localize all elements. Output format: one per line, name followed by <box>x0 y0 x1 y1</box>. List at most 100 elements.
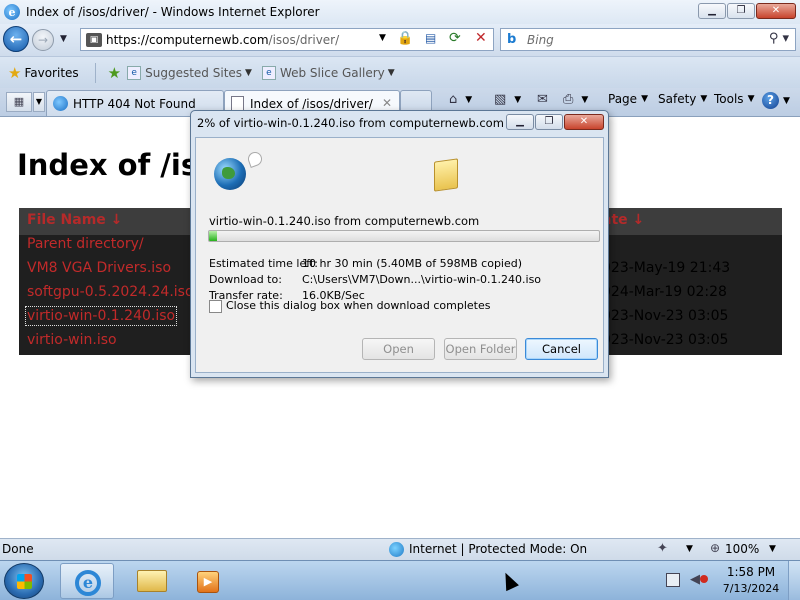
compatibility-view-icon[interactable]: ▤ <box>425 31 436 45</box>
status-bar: Done Internet | Protected Mode: On ✦ ▼ ⊕… <box>0 538 800 560</box>
suggested-sites-link[interactable]: Suggested Sites <box>145 66 242 80</box>
security-zone-text[interactable]: Internet | Protected Mode: On <box>409 542 587 556</box>
download-progress-bar <box>208 230 600 242</box>
open-button[interactable]: Open <box>362 338 435 360</box>
close-when-complete-label[interactable]: Close this dialog box when download comp… <box>226 299 490 312</box>
download-progress-dialog: 2% of virtio-win-0.1.240.iso from comput… <box>190 110 609 378</box>
help-icon: ? <box>762 92 779 109</box>
chevron-down-icon[interactable]: ▼ <box>245 68 252 78</box>
file-link[interactable]: Parent directory/ <box>27 236 144 252</box>
media-player-icon: ▶ <box>197 571 219 593</box>
address-url[interactable]: https://computernewb.com/isos/driver/ <box>106 33 339 47</box>
clock-date[interactable]: 7/13/2024 <box>720 582 782 595</box>
globe-icon <box>214 158 246 190</box>
mail-icon: ✉ <box>537 92 548 107</box>
download-to-label: Download to: <box>209 273 282 286</box>
page-menu[interactable]: Page ▼ <box>608 92 648 106</box>
chevron-down-icon: ▼ <box>747 94 755 104</box>
show-desktop-button[interactable] <box>788 561 800 600</box>
tab-list-dropdown-icon[interactable]: ▼ <box>33 92 45 112</box>
close-tab-icon[interactable]: ✕ <box>382 96 392 110</box>
suggested-sites-icon: e <box>127 65 142 80</box>
chevron-down-icon: ▼ <box>783 95 790 106</box>
chevron-down-icon[interactable]: ▼ <box>388 68 395 78</box>
back-button[interactable]: ← <box>3 26 29 52</box>
zoom-icon[interactable]: ⊕ <box>710 541 720 555</box>
add-to-favorites-icon[interactable]: ★ <box>108 64 121 82</box>
dialog-body: virtio-win-0.1.240.iso from computernewb… <box>195 137 604 373</box>
chevron-down-icon[interactable]: ▼ <box>581 95 588 105</box>
progress-fill <box>209 231 217 241</box>
open-folder-button[interactable]: Open Folder <box>444 338 517 360</box>
folder-icon <box>434 158 458 192</box>
taskbar-windows-explorer[interactable] <box>124 563 178 599</box>
file-date: 023-May-19 21:43 <box>602 260 731 276</box>
divider <box>94 62 96 83</box>
taskbar-internet-explorer[interactable]: e <box>60 563 114 599</box>
ie-logo-icon: e <box>4 4 20 20</box>
quick-tabs-button[interactable]: ▦ <box>6 92 32 112</box>
clock-time[interactable]: 1:58 PM <box>720 565 782 579</box>
taskbar-media-player[interactable]: ▶ <box>182 563 236 599</box>
chevron-down-icon[interactable]: ▼ <box>769 544 776 554</box>
chevron-down-icon: ▼ <box>641 94 648 104</box>
minimize-button[interactable]: ▁ <box>698 3 726 19</box>
favorites-button[interactable]: Favorites <box>24 66 78 80</box>
chevron-down-icon[interactable]: ▼ <box>514 95 521 105</box>
recent-pages-dropdown-icon[interactable]: ▼ <box>60 34 67 44</box>
search-icon[interactable]: ⚲ ▾ <box>769 31 789 46</box>
printer-icon: ⎙ <box>563 92 574 107</box>
security-lock-icon[interactable]: 🔒 <box>397 31 413 47</box>
maximize-button[interactable]: ❐ <box>727 3 755 19</box>
file-link[interactable]: VM8 VGA Drivers.iso <box>27 260 171 276</box>
close-window-button[interactable]: ✕ <box>756 3 796 19</box>
close-when-complete-checkbox[interactable] <box>209 300 222 313</box>
favorites-star-icon[interactable]: ★ <box>8 64 21 82</box>
internet-zone-icon <box>389 542 404 557</box>
address-bar[interactable]: ▣ https://computernewb.com/isos/driver/ … <box>80 28 494 51</box>
rss-icon: ▧ <box>494 92 507 107</box>
ie-page-icon <box>53 96 68 111</box>
safety-menu[interactable]: Safety ▼ <box>658 92 707 106</box>
file-link[interactable]: virtio-win.iso <box>27 332 117 348</box>
home-button[interactable]: ⌂ ▼ <box>449 92 472 107</box>
volume-icon[interactable]: ◀ <box>690 572 700 587</box>
stop-icon[interactable]: ✕ <box>475 30 487 46</box>
column-header-file-name[interactable]: File Name ↓ <box>27 212 122 228</box>
help-menu[interactable]: ? ▼ <box>762 92 790 109</box>
window-title: Index of /isos/driver/ - Windows Interne… <box>26 5 320 19</box>
page-icon <box>231 96 244 111</box>
navigation-bar: ← → ▼ ▣ https://computernewb.com/isos/dr… <box>0 24 800 56</box>
security-status-icon[interactable]: ✦ <box>657 541 668 556</box>
site-favicon-icon: ▣ <box>86 32 102 47</box>
home-icon: ⌂ <box>449 92 458 107</box>
download-to-value: C:\Users\VM7\Down...\virtio-win-0.1.240.… <box>302 273 542 286</box>
dialog-minimize-button[interactable]: ▁ <box>506 114 534 130</box>
forward-button[interactable]: → <box>32 29 54 51</box>
estimated-time-value: 10 hr 30 min (5.40MB of 598MB copied) <box>302 257 523 270</box>
page-title: Index of /iso <box>17 148 219 182</box>
action-center-icon[interactable] <box>666 573 680 587</box>
cancel-button[interactable]: Cancel <box>525 338 598 360</box>
file-link[interactable]: softgpu-0.5.2024.24.iso <box>27 284 194 300</box>
file-link[interactable]: virtio-win-0.1.240.iso <box>24 306 178 326</box>
address-dropdown-icon[interactable]: ▼ <box>379 33 386 43</box>
refresh-icon[interactable]: ⟳ <box>449 30 461 46</box>
web-slice-icon: e <box>261 65 276 80</box>
internet-explorer-icon: e <box>75 570 101 596</box>
tools-menu[interactable]: Tools ▼ <box>714 92 754 106</box>
tab-label: HTTP 404 Not Found <box>73 96 196 111</box>
chevron-down-icon[interactable]: ▼ <box>465 95 472 105</box>
feeds-button[interactable]: ▧ ▼ <box>494 92 521 107</box>
search-box[interactable]: b Bing ⚲ ▾ <box>500 28 796 51</box>
search-placeholder[interactable]: Bing <box>527 33 554 47</box>
chevron-down-icon[interactable]: ▼ <box>686 544 693 554</box>
start-button[interactable] <box>4 563 44 599</box>
web-slice-gallery-link[interactable]: Web Slice Gallery <box>280 66 385 80</box>
dialog-maximize-button[interactable]: ❐ <box>535 114 563 130</box>
dialog-close-button[interactable]: ✕ <box>564 114 604 130</box>
zoom-level[interactable]: 100% <box>725 542 759 556</box>
read-mail-button[interactable]: ✉ <box>537 92 552 107</box>
favorites-bar: ★ Favorites ★ e Suggested Sites ▼ e Web … <box>0 56 800 88</box>
print-button[interactable]: ⎙ ▼ <box>563 92 588 107</box>
